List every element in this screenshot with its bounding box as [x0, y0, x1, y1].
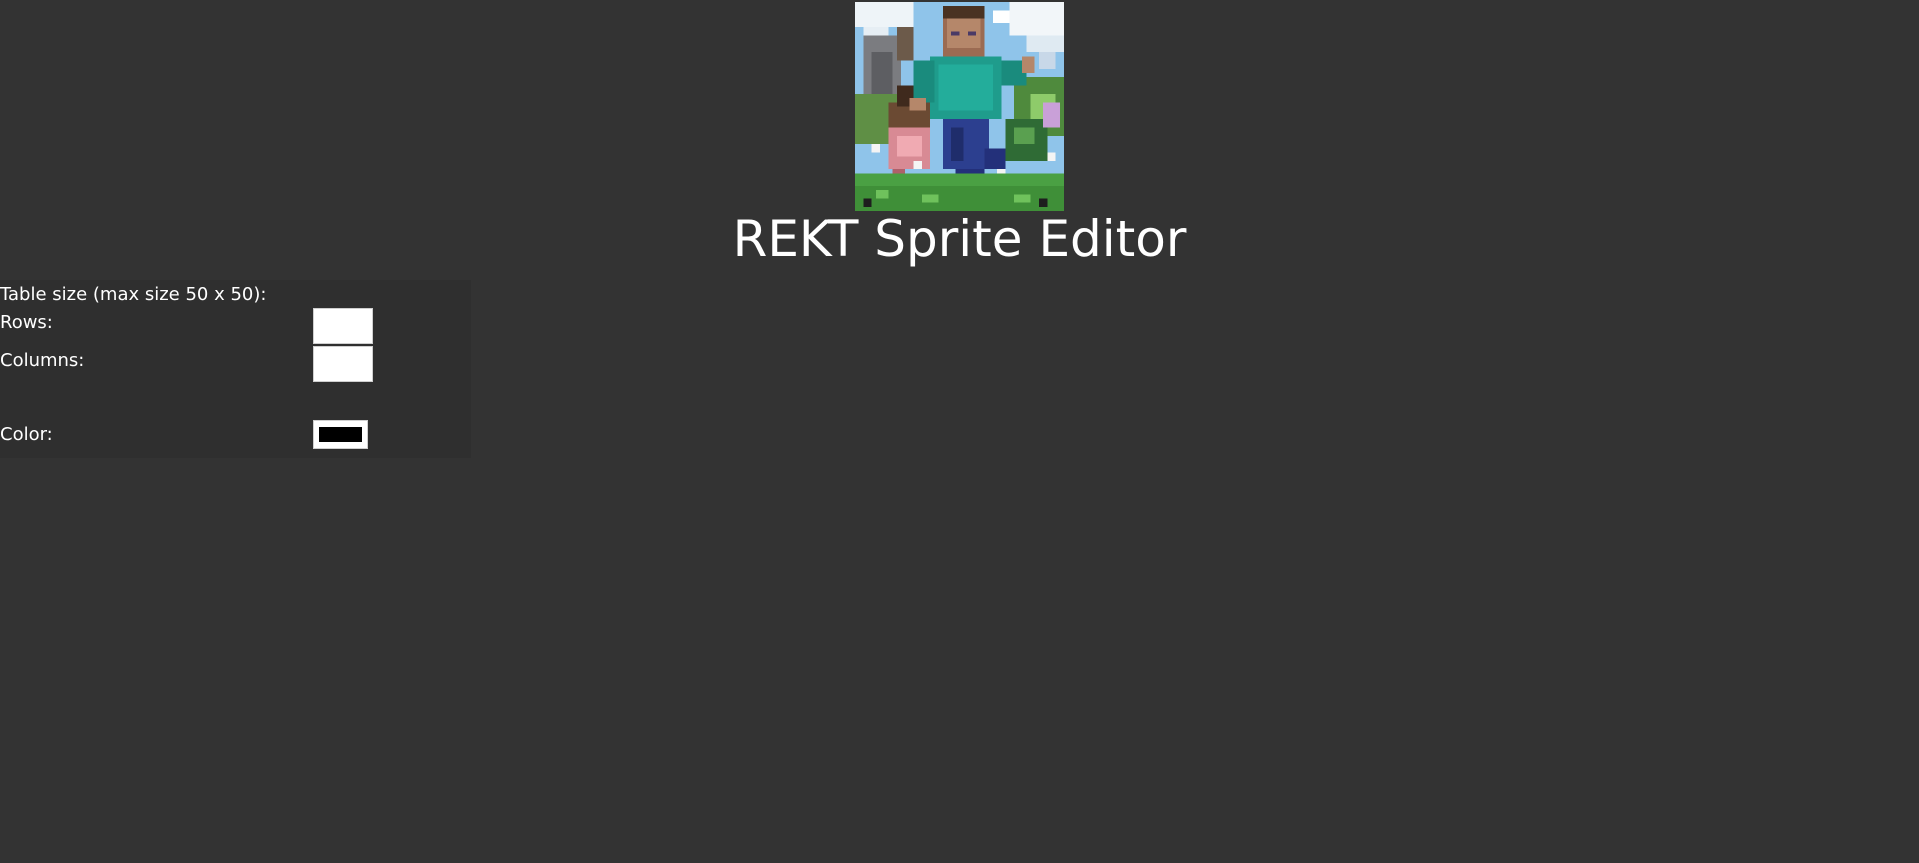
- page-title: REKT Sprite Editor: [732, 210, 1187, 268]
- color-swatch-fill: [319, 427, 362, 442]
- color-picker[interactable]: [313, 420, 368, 449]
- color-label: Color:: [0, 424, 53, 445]
- columns-label: Columns:: [0, 350, 85, 371]
- logo-image: [855, 2, 1064, 211]
- table-size-label: Table size (max size 50 x 50):: [0, 284, 267, 305]
- rows-input[interactable]: [313, 308, 373, 344]
- columns-input[interactable]: [313, 346, 373, 382]
- settings-panel: Table size (max size 50 x 50): Rows: Col…: [0, 280, 471, 458]
- rows-label: Rows:: [0, 312, 53, 333]
